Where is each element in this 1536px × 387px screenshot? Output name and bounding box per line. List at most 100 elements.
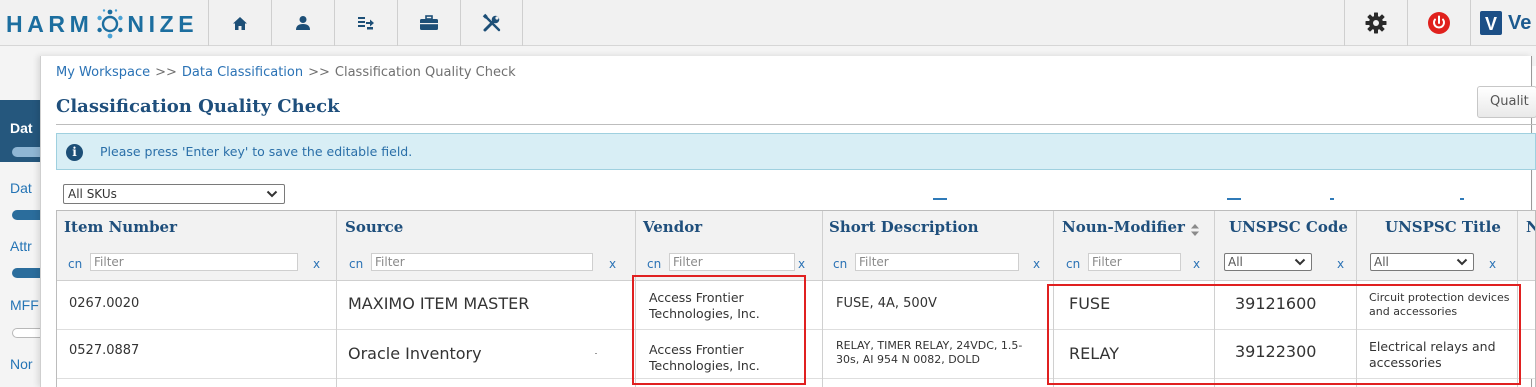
vendor-filter-clear[interactable]: x <box>798 257 805 271</box>
sidebar-tab-1[interactable]: Dat <box>10 120 33 136</box>
column-header-source[interactable]: Source <box>345 218 403 236</box>
item-number-filter-input[interactable]: Filter <box>90 253 298 271</box>
breadcrumb-separator: >> <box>155 65 177 80</box>
info-message-bar: i Please press 'Enter key' to save the e… <box>56 133 1536 170</box>
breadcrumb-my-workspace[interactable]: My Workspace <box>56 65 150 80</box>
toolbar-marker <box>933 198 947 200</box>
unspsc-title-filter-value: All <box>1374 255 1389 269</box>
nav-tab-home[interactable] <box>208 0 271 46</box>
column-header-noun-modifier[interactable]: Noun-Modifier <box>1062 218 1185 236</box>
sidebar-tab-4[interactable]: MFF <box>10 297 39 313</box>
sidebar-pill-3 <box>12 268 40 278</box>
page-title: Classification Quality Check <box>56 96 340 117</box>
chevron-down-icon <box>1456 258 1468 266</box>
cell-source: MAXIMO ITEM MASTER <box>348 294 530 313</box>
column-header-item-number[interactable]: Item Number <box>64 218 177 236</box>
item-number-filter-clear[interactable]: x <box>313 257 320 271</box>
nav-tab-data-transform[interactable] <box>334 0 397 46</box>
cell-unspsc-code[interactable]: 39121600 <box>1235 294 1316 313</box>
column-divider <box>336 211 337 387</box>
source-filter-clear[interactable]: x <box>609 257 616 271</box>
user-icon <box>296 16 310 30</box>
table-row[interactable]: 0267.0020 MAXIMO ITEM MASTER Access Fron… <box>57 281 1535 330</box>
cell-short-description[interactable]: FUSE, 4A, 500V <box>836 296 937 311</box>
column-header-unspsc-code[interactable]: UNSPSC Code <box>1229 218 1348 236</box>
table-row[interactable]: 0527.0887 Oracle Inventory Access Fronti… <box>57 330 1535 379</box>
short-description-filter-clear[interactable]: x <box>1033 257 1040 271</box>
cell-unspsc-code[interactable]: 39122300 <box>1235 342 1316 361</box>
settings-button[interactable] <box>1344 0 1407 46</box>
filter-operator[interactable]: cn <box>833 257 847 271</box>
filter-operator[interactable]: cn <box>68 257 82 271</box>
filter-operator[interactable]: cn <box>349 257 363 271</box>
unspsc-code-filter-clear[interactable]: x <box>1337 257 1344 271</box>
cell-item-number: 0267.0020 <box>69 296 140 311</box>
sort-icon[interactable] <box>1190 223 1200 237</box>
home-icon <box>233 16 247 30</box>
chevron-down-icon <box>266 190 278 198</box>
cell-unspsc-title: Circuit protection devices and accessori… <box>1369 291 1510 318</box>
classification-grid: Item Number cn Filter x Source cn Filter… <box>56 210 1536 387</box>
info-message: Please press 'Enter key' to save the edi… <box>100 144 413 159</box>
noun-modifier-filter-input[interactable]: Filter <box>1088 253 1181 271</box>
cell-vendor[interactable]: Access Frontier Technologies, Inc. <box>649 342 799 374</box>
data-transform-icon <box>358 17 374 30</box>
info-icon: i <box>66 144 83 161</box>
breadcrumb: My Workspace >> Data Classification >> Class… <box>56 65 516 80</box>
brand-badge-icon: V <box>1480 11 1502 35</box>
unspsc-title-filter-select[interactable]: All <box>1370 253 1474 271</box>
breadcrumb-current: Classification Quality Check <box>334 65 516 80</box>
sidebar-pill-4 <box>12 328 40 338</box>
source-filter-input[interactable]: Filter <box>371 253 593 271</box>
cell-noun-modifier[interactable]: RELAY <box>1069 344 1119 363</box>
short-description-filter-input[interactable]: Filter <box>855 253 1019 271</box>
harmonize-logo[interactable]: HARM NIZE <box>6 6 198 42</box>
quality-button[interactable]: Qualit <box>1477 86 1536 118</box>
sidebar-tab-3[interactable]: Attr <box>10 238 32 254</box>
cell-item-number: 0527.0887 <box>69 343 140 358</box>
nav-tab-briefcase[interactable] <box>397 0 460 46</box>
cell-source: Oracle Inventory <box>348 344 482 363</box>
main-nav-tabs <box>208 0 523 46</box>
logo-text-left: HARM <box>6 10 94 37</box>
filter-operator[interactable]: cn <box>647 257 661 271</box>
vendor-filter-input[interactable]: Filter <box>669 253 795 271</box>
filter-operator[interactable]: cn <box>1066 257 1080 271</box>
cell-vendor[interactable]: Access Frontier Technologies, Inc. <box>649 290 799 322</box>
toolbar-marker <box>1227 198 1241 200</box>
column-divider <box>1214 211 1215 387</box>
top-navigation-bar: HARM NIZE V Ve <box>0 0 1536 46</box>
noun-modifier-filter-clear[interactable]: x <box>1193 257 1200 271</box>
column-divider <box>1053 211 1054 387</box>
briefcase-icon <box>420 15 438 30</box>
quality-check-panel: My Workspace >> Data Classification >> Class… <box>40 56 1536 387</box>
power-button[interactable] <box>1407 0 1470 46</box>
brand-badge-letter: V <box>1485 14 1497 34</box>
unspsc-title-filter-clear[interactable]: x <box>1489 257 1496 271</box>
nav-tab-tools[interactable] <box>460 0 523 46</box>
unspsc-code-filter-select[interactable]: All <box>1224 253 1312 271</box>
sidebar-tab-2[interactable]: Dat <box>10 180 32 196</box>
tools-icon <box>482 13 500 32</box>
gear-icon <box>1365 12 1387 34</box>
column-header-unspsc-title[interactable]: UNSPSC Title <box>1385 218 1501 236</box>
column-divider <box>1356 211 1357 387</box>
column-header-vendor[interactable]: Vendor <box>643 218 702 236</box>
cell-noun-modifier[interactable]: FUSE <box>1069 294 1110 313</box>
grid-header: Item Number cn Filter x Source cn Filter… <box>57 211 1535 281</box>
title-divider <box>56 124 1536 125</box>
sidebar-tab-5[interactable]: Nor <box>10 356 33 372</box>
column-divider <box>635 211 636 387</box>
column-header-short-description[interactable]: Short Description <box>829 218 979 236</box>
power-icon <box>1428 12 1450 34</box>
toolbar-marker <box>1460 198 1464 200</box>
nav-tab-user[interactable] <box>271 0 334 46</box>
column-header-partial[interactable]: N <box>1526 218 1535 236</box>
sku-filter-select[interactable]: All SKUs <box>63 184 285 204</box>
cell-short-description[interactable]: RELAY, TIMER RELAY, 24VDC, 1.5-30s, AI 9… <box>836 339 1032 367</box>
sidebar-pill-1 <box>12 147 40 157</box>
logo-hub-icon <box>95 9 125 39</box>
sidebar-pill-2 <box>12 210 40 220</box>
logo-text-right: NIZE <box>127 10 199 37</box>
breadcrumb-data-classification[interactable]: Data Classification <box>182 65 303 80</box>
